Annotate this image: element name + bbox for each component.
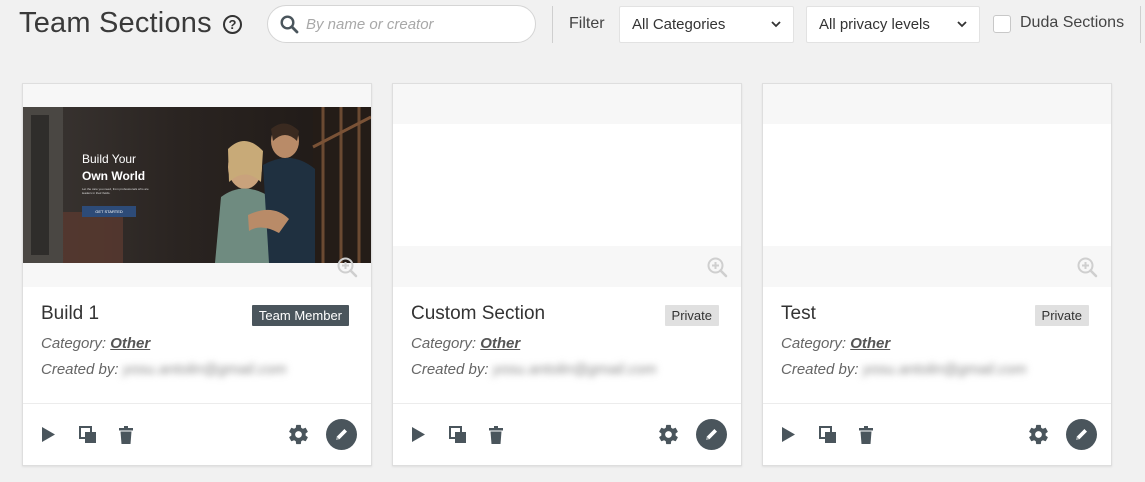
category-select-value: All Categories <box>632 16 726 33</box>
page-title: Team Sections <box>19 7 212 39</box>
thumbnail-blank <box>393 124 741 246</box>
section-thumbnail[interactable]: Build Your Own World Let the care you ne… <box>23 84 371 287</box>
creator-email: yosu.antolin@gmail.com <box>862 361 1027 378</box>
category-label: Category: <box>411 335 477 352</box>
thumbnail-heading-1: Build Your <box>82 152 137 166</box>
pencil-icon <box>706 429 717 440</box>
privacy-select-value: All privacy levels <box>819 16 930 33</box>
creator-email: yosu.antolin@gmail.com <box>122 361 287 378</box>
trash-icon[interactable] <box>118 426 134 444</box>
thumbnail-heading-2: Own World <box>82 169 146 183</box>
privacy-badge: Team Member <box>251 305 349 326</box>
category-link[interactable]: Other <box>110 335 150 352</box>
trash-icon[interactable] <box>858 426 874 444</box>
play-icon[interactable] <box>780 426 796 443</box>
category-label: Category: <box>41 335 107 352</box>
category-link[interactable]: Other <box>480 335 520 352</box>
search-box[interactable] <box>267 5 536 43</box>
section-name: Custom Section <box>411 303 546 324</box>
zoom-in-icon[interactable] <box>1077 257 1098 278</box>
divider <box>552 6 553 43</box>
duplicate-icon[interactable] <box>819 426 837 444</box>
pencil-icon <box>336 429 347 440</box>
duplicate-icon[interactable] <box>79 426 97 444</box>
creator-line: Created by: yosu.antolin@gmail.com <box>781 361 1026 378</box>
gear-icon[interactable] <box>1027 423 1050 446</box>
creator-email: yosu.antolin@gmail.com <box>492 361 657 378</box>
thumbnail-image: Build Your Own World Let the care you ne… <box>23 107 371 263</box>
card-actions <box>393 404 741 466</box>
duplicate-icon[interactable] <box>449 426 467 444</box>
category-link[interactable]: Other <box>850 335 890 352</box>
category-line: Category: Other <box>411 335 520 352</box>
thumbnail-subtext: Let the care you need, from professional… <box>82 187 149 195</box>
section-thumbnail[interactable] <box>763 84 1111 287</box>
category-select[interactable]: All Categories <box>619 6 794 43</box>
section-thumbnail[interactable] <box>393 84 741 287</box>
play-icon[interactable] <box>40 426 56 443</box>
section-name: Build 1 <box>41 303 100 324</box>
filter-label: Filter <box>569 15 605 32</box>
created-by-label: Created by: <box>41 361 119 378</box>
search-icon <box>280 15 299 34</box>
search-input[interactable] <box>306 14 526 34</box>
top-bar: Team Sections ? Filter All Categories Al… <box>0 0 1145 50</box>
zoom-in-icon[interactable] <box>707 257 728 278</box>
created-by-label: Created by: <box>411 361 489 378</box>
thumbnail-blank <box>763 124 1111 246</box>
gear-icon[interactable] <box>287 423 310 446</box>
pencil-icon <box>1076 429 1087 440</box>
section-card[interactable]: Custom Section Private Category: Other C… <box>392 83 742 466</box>
edit-button[interactable] <box>326 419 357 450</box>
section-name: Test <box>781 303 816 324</box>
edit-button[interactable] <box>696 419 727 450</box>
chevron-down-icon <box>957 21 967 28</box>
category-label: Category: <box>781 335 847 352</box>
card-actions <box>23 404 371 466</box>
creator-line: Created by: yosu.antolin@gmail.com <box>41 361 286 378</box>
privacy-select[interactable]: All privacy levels <box>806 6 980 43</box>
thumbnail-cta: GET STARTED <box>82 206 136 217</box>
category-line: Category: Other <box>781 335 890 352</box>
category-line: Category: Other <box>41 335 150 352</box>
created-by-label: Created by: <box>781 361 859 378</box>
creator-line: Created by: yosu.antolin@gmail.com <box>411 361 656 378</box>
section-card[interactable]: Test Private Category: Other Created by:… <box>762 83 1112 466</box>
duda-sections-checkbox[interactable] <box>993 15 1011 33</box>
hero-photo <box>23 107 371 263</box>
gear-icon[interactable] <box>657 423 680 446</box>
play-icon[interactable] <box>410 426 426 443</box>
duda-sections-label[interactable]: Duda Sections <box>1020 14 1124 32</box>
card-actions <box>763 404 1111 466</box>
privacy-badge: Private <box>1034 305 1089 326</box>
section-card[interactable]: Build Your Own World Let the care you ne… <box>22 83 372 466</box>
chevron-down-icon <box>771 21 781 28</box>
trash-icon[interactable] <box>488 426 504 444</box>
help-icon[interactable]: ? <box>223 15 242 34</box>
zoom-in-icon[interactable] <box>337 257 358 278</box>
privacy-badge: Private <box>664 305 719 326</box>
divider <box>1140 6 1141 43</box>
edit-button[interactable] <box>1066 419 1097 450</box>
